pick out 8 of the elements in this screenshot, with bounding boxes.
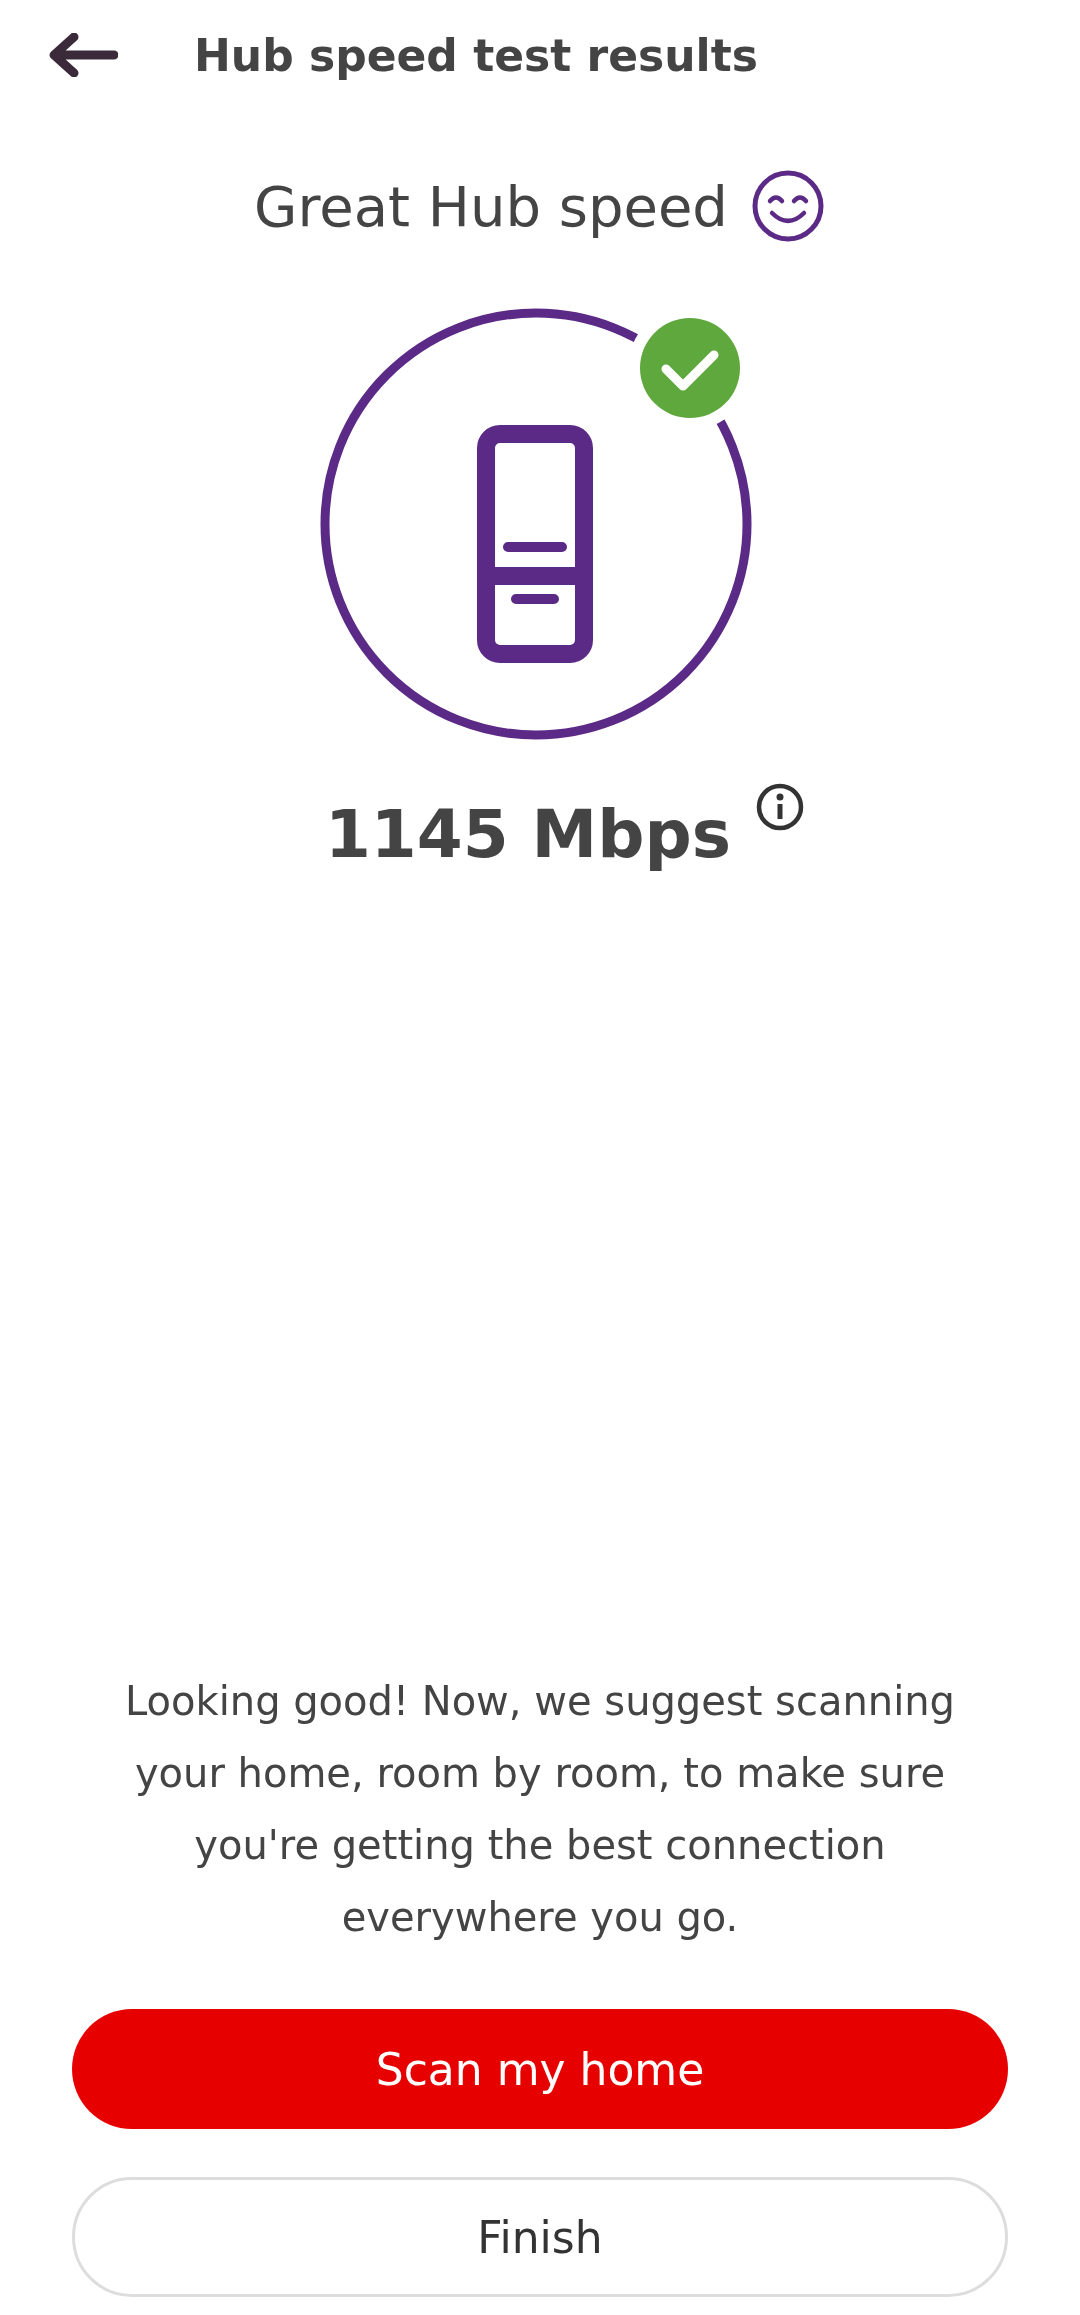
action-button[interactable]: Finish: [72, 2177, 1008, 2297]
speed-value: 1145 Mbps: [324, 796, 732, 873]
action-button[interactable]: Scan my home: [72, 2009, 1008, 2129]
result-heading: Great Hub speed: [254, 173, 728, 239]
info-icon[interactable]: [755, 782, 806, 832]
back-icon[interactable]: [48, 33, 118, 77]
suggestion-text: Looking good! Now, we suggest scanning your home, room by room, to make sure you're getting the best connection everywhere you go.: [123, 1677, 956, 1942]
page-title: Hub speed test results: [194, 29, 758, 81]
